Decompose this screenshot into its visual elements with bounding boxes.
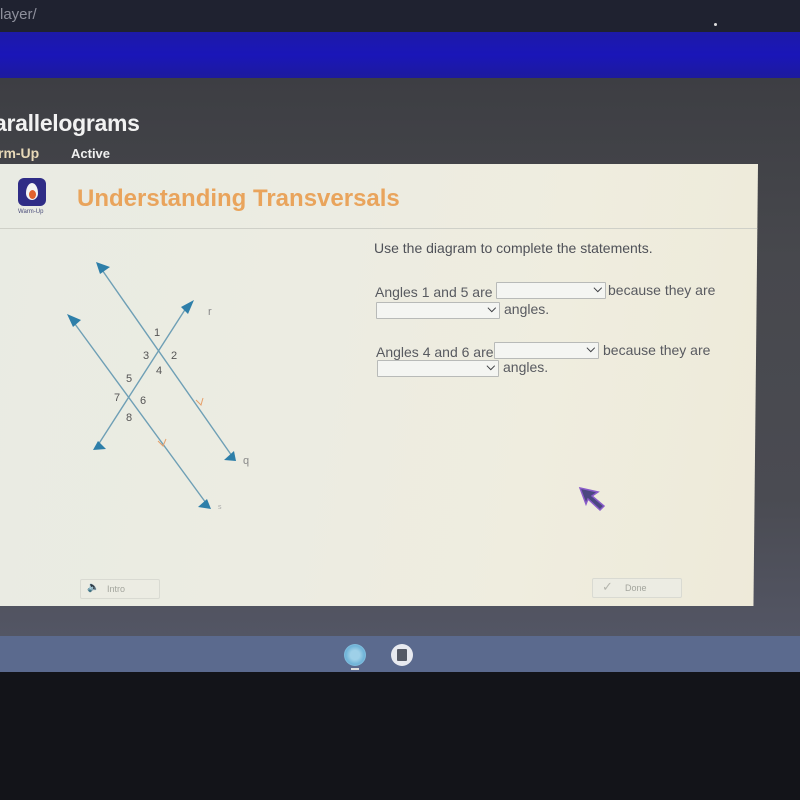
chevron-down-icon: ⌵ — [486, 361, 495, 373]
chevron-down-icon: ⌵ — [487, 303, 496, 315]
done-button[interactable]: ✓ Done — [592, 578, 682, 598]
activity-type: rm-Up — [0, 145, 40, 161]
parallel-mark-q — [195, 397, 204, 406]
chevron-down-icon: ⌵ — [593, 283, 602, 295]
browser-url-bar[interactable]: layer/ — [0, 0, 800, 34]
intro-label: Intro — [107, 584, 126, 594]
files-glyph — [397, 649, 407, 661]
angle-label-1: 1 — [154, 327, 160, 339]
speaker-icon: 🔈 — [87, 582, 100, 593]
statement-1-middle: because they are — [608, 282, 716, 298]
status-dot — [714, 23, 717, 26]
angle-label-7: 7 — [114, 392, 120, 404]
mouse-cursor-icon — [578, 486, 606, 512]
activity-row: rm-Up Active — [0, 145, 110, 161]
files-icon[interactable] — [391, 644, 413, 666]
chevron-down-icon: ⌵ — [586, 343, 595, 355]
card-header: Warm-Up Understanding Transversals — [0, 164, 758, 229]
course-title: arallelograms — [0, 110, 140, 136]
header-band — [0, 32, 800, 78]
angle-label-4: 4 — [156, 365, 162, 377]
statement-2-prefix: Angles 4 and 6 are — [376, 344, 494, 360]
line-q — [99, 266, 233, 457]
line-label-r: r — [208, 306, 212, 318]
statement-1-select-1[interactable]: ⌵ — [496, 282, 606, 299]
statement-1-suffix: angles. — [504, 301, 550, 317]
checkmark-icon: ✓ — [602, 579, 613, 594]
statement-2-suffix: angles. — [503, 359, 549, 375]
instructions: Use the diagram to complete the statemen… — [374, 240, 653, 256]
warm-up-logo — [18, 178, 46, 206]
done-label: Done — [625, 583, 647, 593]
angle-label-2: 2 — [171, 350, 177, 362]
line-label-s: s — [218, 504, 222, 511]
angle-label-5: 5 — [126, 373, 132, 385]
logo-label: Warm-Up — [18, 209, 44, 215]
chrome-icon[interactable] — [344, 644, 366, 666]
statement-2-middle: because they are — [603, 342, 711, 358]
url-text: layer/ — [0, 6, 37, 23]
flame-core — [29, 190, 36, 199]
transversal-diagram: 1 3 2 4 5 7 6 8 r q s — [67, 262, 249, 511]
device-bezel — [0, 672, 800, 800]
line-s — [71, 319, 207, 504]
statement-1-select-2[interactable]: ⌵ — [376, 302, 500, 319]
active-indicator — [351, 668, 359, 670]
statement-2-select-1[interactable]: ⌵ — [494, 342, 599, 359]
lesson-title: Understanding Transversals — [77, 185, 400, 212]
status-badge: Active — [71, 146, 111, 161]
angle-label-3: 3 — [143, 350, 149, 362]
line-label-q: q — [243, 455, 249, 467]
angle-label-8: 8 — [126, 412, 132, 424]
intro-button[interactable]: 🔈 Intro — [80, 579, 160, 599]
arrowhead-s-top — [67, 314, 81, 327]
angle-label-6: 6 — [140, 395, 146, 407]
statement-1-prefix: Angles 1 and 5 are — [375, 284, 493, 300]
statement-2-select-2[interactable]: ⌵ — [377, 360, 499, 377]
